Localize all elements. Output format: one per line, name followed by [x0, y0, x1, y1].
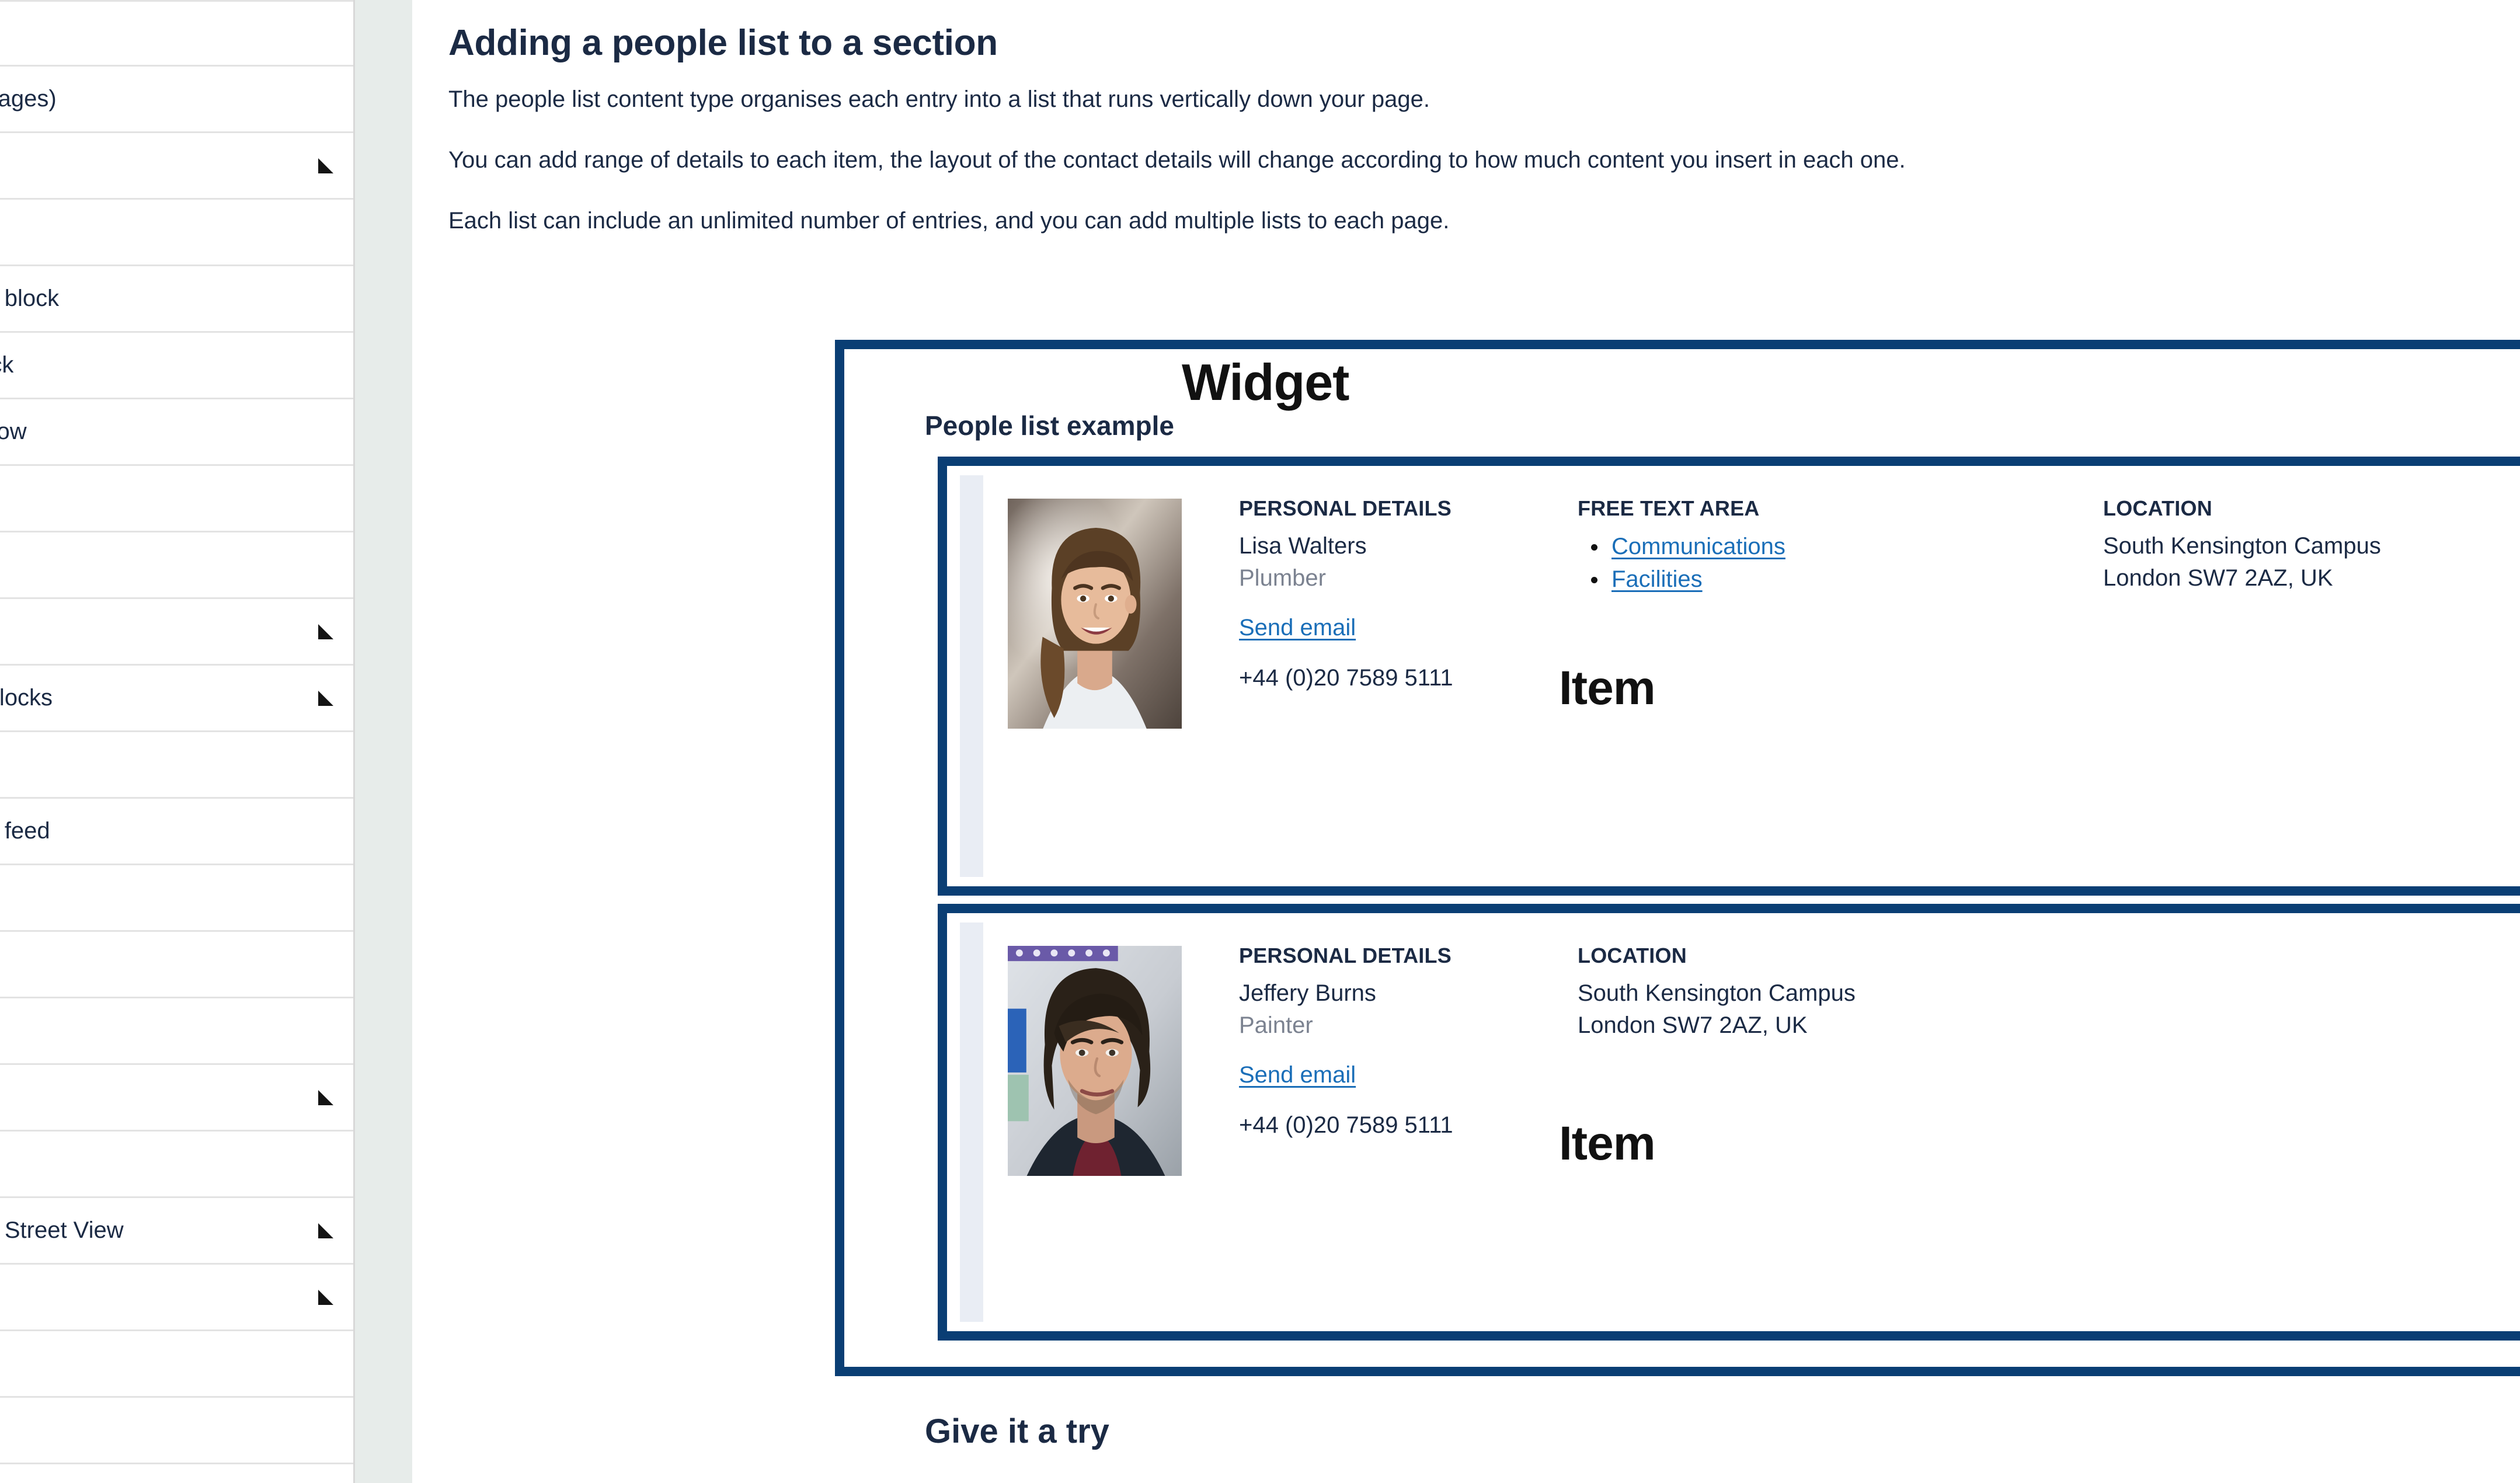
chevron-up-icon[interactable] — [318, 690, 333, 706]
chevron-up-icon[interactable] — [318, 1289, 333, 1305]
chevron-down-icon[interactable] — [318, 158, 333, 173]
sidebar-item[interactable] — [0, 133, 353, 200]
sidebar-item[interactable] — [0, 1331, 353, 1398]
sidebar-item[interactable] — [0, 865, 353, 932]
send-email-link-2[interactable]: Send email — [1239, 1062, 1356, 1088]
sidebar-item-label: rnal feed — [0, 818, 50, 844]
person-phone-2: +44 (0)20 7589 5111 — [1239, 1112, 1453, 1138]
sidebar-item-label: s (pages) — [0, 86, 57, 112]
sidebar-item[interactable]: ks — [0, 599, 353, 666]
person-role-1: Plumber — [1239, 565, 1326, 591]
column-free-text-area-1: FREE TEXT AREA Communications Facilities — [1578, 496, 2103, 886]
item-annotation-label-1: Item — [1559, 662, 1656, 715]
people-list-item-1: PERSONAL DETAILS Lisa Walters Plumber Se… — [938, 457, 2520, 896]
sidebar-item[interactable] — [0, 1464, 353, 1483]
location-line-2b: London SW7 2AZ, UK — [1578, 1012, 1808, 1039]
person-name-2: Jeffery Burns — [1239, 980, 1376, 1006]
person-role-2: Painter — [1239, 1012, 1313, 1039]
column-heading-location-1: LOCATION — [2103, 496, 2212, 520]
column-personal-details-2: PERSONAL DETAILS Jeffery Burns Painter S… — [1239, 944, 1578, 1331]
sidebar-item-label: and Street View — [0, 1217, 124, 1243]
sidebar-item[interactable]: ists — [0, 998, 353, 1065]
sidebar-item[interactable]: ur blocks — [0, 666, 353, 732]
free-text-link[interactable]: Facilities — [1611, 566, 1703, 592]
intro-paragraph-3: Each list can include an unlimited numbe… — [448, 208, 1450, 234]
sidebar-item[interactable] — [0, 532, 353, 599]
avatar-photo-lisa-walters — [1008, 499, 1182, 729]
sidebar-item[interactable]: block — [0, 333, 353, 399]
item-accent-bar — [960, 475, 983, 877]
column-heading-location-2: LOCATION — [1578, 944, 1687, 967]
sidebar-item-label: tom block — [0, 286, 60, 311]
left-sidebar: s (pages) tom block block eshow ks ur blocks… — [0, 0, 355, 1483]
people-list-title: People list example — [925, 410, 1174, 441]
column-location-2: LOCATION South Kensington Campus London … — [1578, 944, 2103, 1331]
free-text-list-item: Communications — [1608, 530, 2103, 563]
free-text-list-item: Facilities — [1608, 563, 2103, 596]
people-list-item-2: PERSONAL DETAILS Jeffery Burns Painter S… — [938, 904, 2520, 1341]
location-line-2a: South Kensington Campus — [1578, 980, 1856, 1006]
sidebar-item[interactable]: dar — [0, 1132, 353, 1198]
avatar-photo-jeffery-burns — [1008, 946, 1182, 1176]
send-email-link-1[interactable]: Send email — [1239, 615, 1356, 640]
give-it-a-try-heading: Give it a try — [925, 1412, 1109, 1450]
item-accent-bar — [960, 922, 983, 1322]
page-title: Adding a people list to a section — [448, 23, 998, 63]
widget-annotation-label: Widget — [1182, 353, 1349, 411]
sidebar-item[interactable] — [0, 0, 353, 67]
sidebar-item-label: eshow — [0, 419, 27, 444]
intro-paragraph-2: You can add range of details to each ite… — [448, 147, 1906, 173]
location-line-1b: London SW7 2AZ, UK — [2103, 565, 2333, 591]
column-heading-personal-2: PERSONAL DETAILS — [1239, 944, 1452, 967]
person-name-1: Lisa Walters — [1239, 533, 1367, 559]
location-line-1a: South Kensington Campus — [2103, 533, 2381, 559]
column-heading-personal-1: PERSONAL DETAILS — [1239, 496, 1452, 520]
sidebar-item[interactable] — [0, 466, 353, 532]
sidebar-item-label: block — [0, 352, 14, 378]
content-gutter — [355, 0, 412, 1483]
chevron-up-icon[interactable] — [318, 1089, 333, 1105]
sidebar-item[interactable]: ys — [0, 932, 353, 998]
main-content: Adding a people list to a section The pe… — [412, 0, 2520, 1483]
free-text-link-list-1: Communications Facilities — [1578, 530, 2103, 596]
sidebar-item[interactable]: and Street View — [0, 1198, 353, 1265]
intro-paragraph-1: The people list content type organises e… — [448, 86, 1430, 112]
sidebar-item[interactable]: ng — [0, 732, 353, 799]
sidebar-item[interactable] — [0, 1398, 353, 1464]
sidebar-item[interactable]: tom block — [0, 266, 353, 333]
sidebar-item[interactable] — [0, 200, 353, 266]
column-personal-details-1: PERSONAL DETAILS Lisa Walters Plumber Se… — [1239, 496, 1578, 886]
person-phone-1: +44 (0)20 7589 5111 — [1239, 664, 1453, 691]
sidebar-item[interactable]: s (pages) — [0, 67, 353, 133]
chevron-up-icon[interactable] — [318, 1223, 333, 1238]
item-annotation-label-2: Item — [1559, 1117, 1656, 1170]
chevron-up-icon[interactable] — [318, 624, 333, 639]
sidebar-item[interactable]: x — [0, 1265, 353, 1331]
column-location-1: LOCATION South Kensington Campus London … — [2103, 496, 2520, 886]
sidebar-item[interactable]: rnal feed — [0, 799, 353, 865]
column-heading-freetext-1: FREE TEXT AREA — [1578, 496, 1760, 520]
free-text-link[interactable]: Communications — [1611, 534, 1785, 559]
sidebar-item[interactable]: eshow — [0, 399, 353, 466]
page-root: s (pages) tom block block eshow ks ur blocks… — [0, 0, 2520, 1483]
sidebar-item-label: ur blocks — [0, 685, 53, 711]
sidebar-item[interactable]: ent — [0, 1065, 353, 1132]
